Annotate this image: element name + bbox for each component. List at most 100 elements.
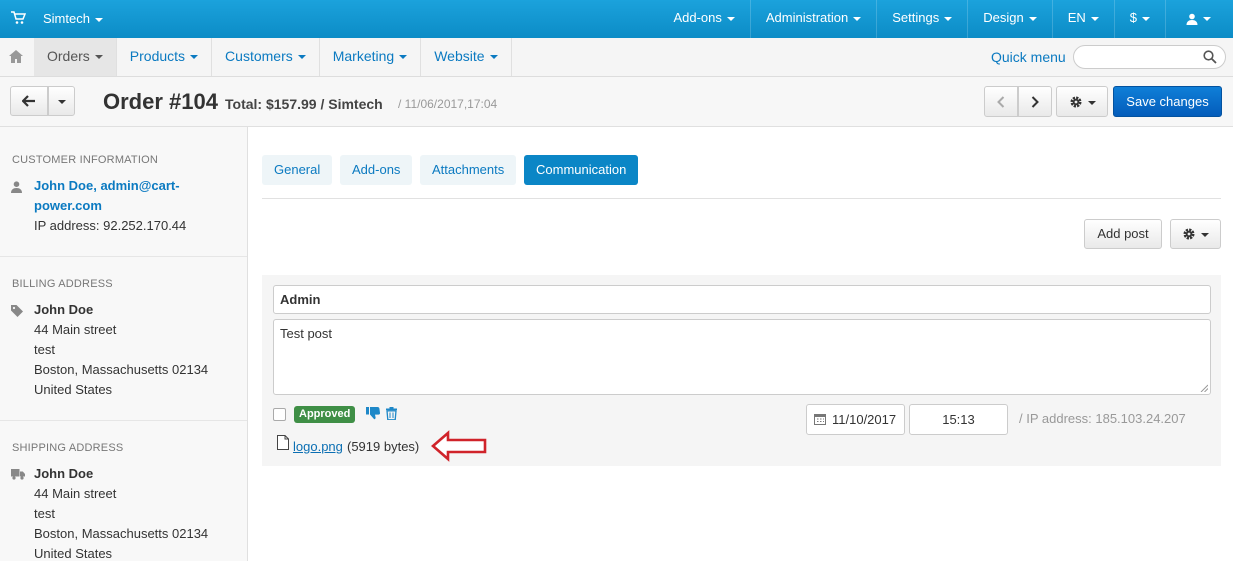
- back-button[interactable]: [10, 86, 48, 116]
- billing-country: United States: [34, 382, 113, 397]
- billing-title: Billing address: [12, 278, 113, 290]
- menu-addons[interactable]: Add-ons: [658, 0, 749, 38]
- post-time-input[interactable]: 15:13: [909, 404, 1008, 435]
- shipping-city: Boston, Massachusetts 02134: [34, 526, 209, 541]
- attachment-link[interactable]: logo.png: [293, 439, 343, 454]
- top-menu: Add-ons Administration Settings Design E…: [658, 0, 1233, 38]
- home-button[interactable]: [0, 38, 34, 76]
- save-changes-button[interactable]: Save changes: [1113, 86, 1222, 117]
- add-post-button[interactable]: Add post: [1084, 219, 1162, 249]
- user-icon: [11, 181, 22, 193]
- home-icon: [9, 50, 23, 63]
- chevron-down-icon: [190, 55, 199, 60]
- nav-customers[interactable]: Customers: [212, 38, 320, 76]
- resize-handle-icon[interactable]: [1200, 384, 1208, 392]
- post-settings-dropdown[interactable]: [1170, 219, 1221, 249]
- customer-ip: IP address: 92.252.170.44: [34, 218, 187, 233]
- divider: [0, 256, 247, 257]
- settings-dropdown-button[interactable]: [1056, 86, 1108, 117]
- menu-design[interactable]: Design: [967, 0, 1051, 38]
- chevron-down-icon: [399, 55, 408, 60]
- top-bar: Simtech Add-ons Administration Settings …: [0, 0, 1233, 38]
- order-summary: Total: $157.99 / Simtech: [225, 96, 383, 112]
- shipping-street: 44 Main street: [34, 486, 117, 501]
- menu-settings[interactable]: Settings: [876, 0, 967, 38]
- chevron-down-icon: [1028, 16, 1037, 21]
- billing-name: John Doe: [34, 302, 94, 317]
- nav-label: Customers: [225, 48, 293, 64]
- search-input[interactable]: [1073, 45, 1226, 69]
- menu-label: EN: [1067, 10, 1086, 25]
- menu-label: $: [1129, 10, 1137, 25]
- chevron-down-icon: [853, 16, 862, 21]
- post-date-value: 11/10/2017: [832, 412, 897, 427]
- order-sidebar: Customer information John Doe, admin@car…: [0, 127, 248, 561]
- nav-marketing[interactable]: Marketing: [320, 38, 422, 76]
- post-message-text: Test post: [280, 326, 333, 341]
- chevron-down-icon: [1087, 101, 1096, 105]
- tabs-divider: [262, 198, 1221, 199]
- chevron-down-icon: [1203, 16, 1211, 21]
- chevron-right-icon: [1031, 96, 1039, 108]
- nav-label: Products: [129, 48, 186, 64]
- order-date: / 11/06/2017,17:04: [398, 97, 498, 111]
- post-select-checkbox[interactable]: [273, 408, 286, 421]
- nav-products[interactable]: Products: [117, 38, 213, 76]
- menu-administration[interactable]: Administration: [749, 0, 876, 38]
- trash-icon[interactable]: [386, 407, 397, 420]
- chevron-down-icon: [94, 17, 103, 22]
- shipping-country: United States: [34, 546, 113, 561]
- chevron-down-icon: [944, 16, 953, 21]
- post-date-input[interactable]: 11/10/2017: [806, 404, 905, 435]
- chevron-down-icon: [1201, 233, 1209, 237]
- menu-label: Design: [983, 10, 1024, 25]
- search-icon[interactable]: [1203, 50, 1217, 64]
- tab-attachments[interactable]: Attachments: [420, 155, 517, 185]
- store-selector[interactable]: Simtech: [43, 11, 103, 26]
- billing-street: 44 Main street: [34, 322, 117, 337]
- tab-addons[interactable]: Add-ons: [340, 155, 413, 185]
- billing-line2: test: [34, 342, 55, 357]
- menu-user[interactable]: [1165, 0, 1233, 38]
- customer-info-title: Customer information: [12, 154, 158, 166]
- next-order-button[interactable]: [1018, 86, 1052, 117]
- annotation-arrow-icon: [431, 430, 487, 462]
- shipping-title: Shipping address: [12, 442, 124, 454]
- user-icon: [1186, 13, 1198, 25]
- post-author-field[interactable]: Admin: [273, 285, 1211, 314]
- customer-link-line2[interactable]: power.com: [34, 198, 102, 213]
- tab-communication[interactable]: Communication: [524, 155, 639, 185]
- main-nav: Orders Products Customers Marketing Webs…: [0, 38, 1233, 77]
- tag-icon: [11, 305, 23, 317]
- cart-icon[interactable]: [10, 10, 26, 26]
- nav-label: Marketing: [332, 48, 395, 64]
- customer-link-line1[interactable]: John Doe, admin@cart-: [34, 178, 180, 193]
- divider: [0, 420, 247, 421]
- back-dropdown-button[interactable]: [48, 86, 75, 116]
- page-title: Order #104: [103, 89, 218, 114]
- chevron-down-icon: [94, 55, 103, 60]
- thumbs-down-icon[interactable]: [366, 407, 380, 420]
- chevron-down-icon: [297, 55, 306, 60]
- menu-label: Add-ons: [673, 10, 722, 25]
- nav-website[interactable]: Website: [421, 38, 512, 76]
- menu-label: Settings: [892, 10, 940, 25]
- post-ip-address: / IP address: 185.103.24.207: [1019, 411, 1186, 426]
- nav-label: Orders: [47, 48, 90, 64]
- previous-order-button[interactable]: [984, 86, 1018, 117]
- arrow-left-icon: [21, 95, 35, 107]
- attachment-size: (5919 bytes): [347, 439, 420, 454]
- status-badge: Approved: [294, 406, 356, 423]
- quick-menu-link[interactable]: Quick menu: [991, 49, 1066, 65]
- chevron-down-icon: [726, 16, 735, 21]
- post-message-field[interactable]: Test post: [273, 319, 1211, 395]
- gear-icon: [1070, 96, 1081, 108]
- menu-language[interactable]: EN: [1051, 0, 1114, 38]
- chevron-down-icon: [57, 99, 66, 104]
- nav-orders[interactable]: Orders: [34, 38, 117, 76]
- gear-icon: [1183, 228, 1195, 240]
- menu-currency[interactable]: $: [1113, 0, 1165, 38]
- chevron-left-icon: [997, 96, 1005, 108]
- tab-general[interactable]: General: [262, 155, 333, 185]
- store-name: Simtech: [43, 11, 90, 26]
